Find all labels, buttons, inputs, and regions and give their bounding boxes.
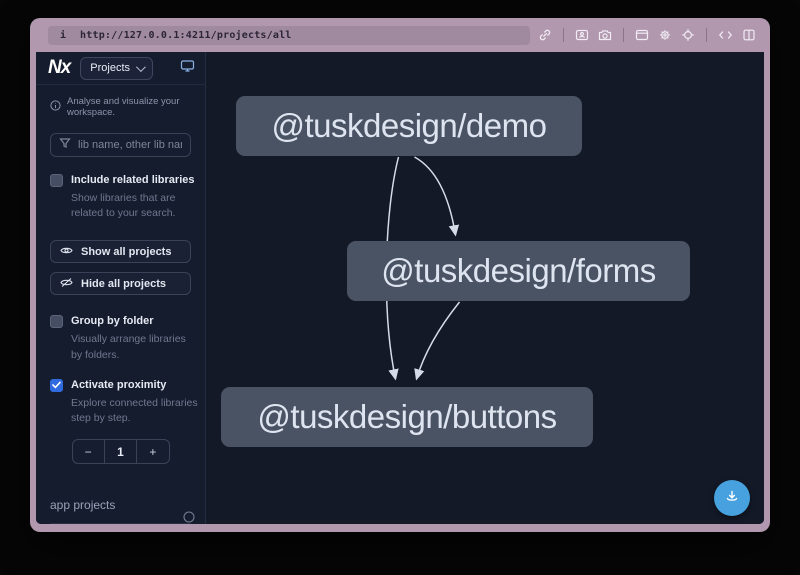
window-icon[interactable] bbox=[635, 28, 649, 42]
activate-proximity-row: Activate proximity Explore connected lib… bbox=[50, 378, 191, 426]
projects-dropdown[interactable]: Projects bbox=[80, 57, 153, 80]
sidebar: Nx Projects Analyse and bbox=[36, 52, 206, 524]
chevron-down-icon bbox=[136, 62, 146, 72]
filter-icon bbox=[59, 136, 71, 154]
tagline: Analyse and visualize your workspace. bbox=[50, 96, 191, 118]
gear-icon[interactable] bbox=[658, 28, 672, 42]
camera-icon[interactable] bbox=[598, 28, 612, 42]
activate-proximity-description: Explore connected libraries step by step… bbox=[71, 396, 199, 426]
include-related-row: Include related libraries Show libraries… bbox=[50, 173, 191, 221]
graph-node-buttons[interactable]: @tuskdesign/buttons bbox=[221, 387, 593, 447]
hide-all-projects-label: Hide all projects bbox=[81, 278, 166, 290]
url-text: http://127.0.0.1:4211/projects/all bbox=[80, 30, 292, 41]
code-icon[interactable] bbox=[718, 28, 733, 42]
panel-icon[interactable] bbox=[742, 28, 756, 42]
activate-proximity-label: Activate proximity bbox=[71, 378, 199, 393]
include-related-label: Include related libraries bbox=[71, 173, 199, 188]
group-by-folder-description: Visually arrange libraries by folders. bbox=[71, 332, 199, 362]
info-icon bbox=[50, 100, 61, 114]
sidebar-partial-row bbox=[50, 510, 195, 524]
url-bar[interactable]: i http://127.0.0.1:4211/projects/all bbox=[48, 26, 530, 45]
group-by-folder-checkbox[interactable] bbox=[50, 315, 63, 328]
toolbar-separator bbox=[706, 28, 707, 42]
proximity-decrement-button[interactable]: − bbox=[73, 440, 104, 463]
edge-forms-to-buttons bbox=[417, 302, 460, 379]
activate-proximity-checkbox[interactable] bbox=[50, 379, 63, 392]
download-button[interactable] bbox=[714, 480, 750, 516]
sidebar-header: Nx Projects bbox=[36, 52, 205, 85]
group-by-folder-row: Group by folder Visually arrange librari… bbox=[50, 314, 191, 362]
proximity-value: 1 bbox=[104, 440, 136, 463]
graph-node-forms[interactable]: @tuskdesign/forms bbox=[347, 241, 690, 301]
projects-dropdown-label: Projects bbox=[90, 62, 130, 74]
download-icon bbox=[724, 488, 740, 509]
toolbar-separator bbox=[563, 28, 564, 42]
target-icon[interactable] bbox=[681, 28, 695, 42]
edge-demo-to-forms bbox=[415, 157, 456, 235]
tagline-text: Analyse and visualize your workspace. bbox=[67, 96, 191, 118]
link-icon[interactable] bbox=[538, 28, 552, 42]
browser-window: i http://127.0.0.1:4211/projects/all bbox=[30, 18, 770, 532]
toolbar-separator bbox=[623, 28, 624, 42]
nx-logo: Nx bbox=[48, 57, 70, 79]
eye-icon bbox=[60, 245, 73, 259]
include-related-checkbox[interactable] bbox=[50, 174, 63, 187]
search-input[interactable] bbox=[78, 139, 182, 151]
monitor-icon[interactable] bbox=[180, 59, 195, 78]
graph-node-demo[interactable]: @tuskdesign/demo bbox=[236, 96, 582, 156]
eye-off-icon bbox=[60, 277, 73, 291]
include-related-description: Show libraries that are related to your … bbox=[71, 191, 199, 221]
badge-icon[interactable] bbox=[575, 28, 589, 42]
info-glyph: i bbox=[60, 30, 66, 41]
toolbar-icons bbox=[538, 18, 756, 52]
graph-canvas[interactable]: @tuskdesign/demo @tuskdesign/forms @tusk… bbox=[206, 52, 764, 524]
show-all-projects-label: Show all projects bbox=[81, 246, 171, 258]
search-box bbox=[50, 133, 191, 157]
help-icon[interactable] bbox=[183, 510, 195, 524]
proximity-increment-button[interactable]: + bbox=[136, 440, 168, 463]
show-all-projects-button[interactable]: Show all projects bbox=[50, 240, 191, 263]
app-content: Nx Projects Analyse and bbox=[36, 52, 764, 524]
proximity-stepper: − 1 + bbox=[72, 439, 170, 464]
hide-all-projects-button[interactable]: Hide all projects bbox=[50, 272, 191, 295]
title-bar: i http://127.0.0.1:4211/projects/all bbox=[30, 18, 770, 52]
group-by-folder-label: Group by folder bbox=[71, 314, 199, 329]
